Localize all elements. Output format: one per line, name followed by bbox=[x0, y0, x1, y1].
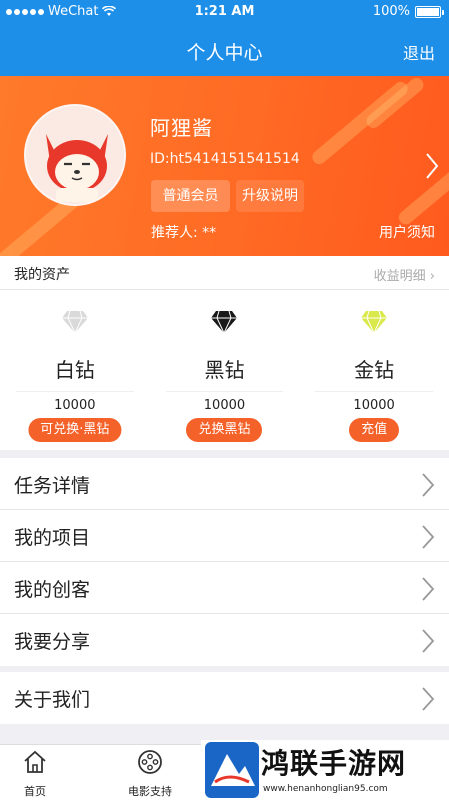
divider bbox=[315, 391, 433, 392]
user-name: 阿狸酱 bbox=[150, 116, 213, 140]
diamond-list: 白钻 10000 可兑换·黑钻 黑钻 10000 兑换黑钻 金钻 10000 充… bbox=[0, 290, 449, 450]
white-diamond-icon bbox=[61, 310, 88, 334]
chevron-right-icon bbox=[422, 687, 435, 711]
black-diamond-card: 黑钻 10000 兑换黑钻 bbox=[150, 290, 300, 450]
decor-streak bbox=[396, 158, 449, 228]
menu-item-my-makers[interactable]: 我的创客 bbox=[0, 562, 449, 614]
menu-item-my-projects[interactable]: 我的项目 bbox=[0, 510, 449, 562]
chevron-right-icon bbox=[422, 629, 435, 653]
user-id: ID:ht5414151541514 bbox=[150, 151, 300, 167]
diamond-name: 黑钻 bbox=[204, 358, 245, 382]
gold-diamond-card: 金钻 10000 充值 bbox=[299, 290, 449, 450]
diamond-name: 金钻 bbox=[354, 358, 395, 382]
watermark-brand: 鸿联手游网 bbox=[261, 747, 407, 780]
divider bbox=[16, 391, 134, 392]
user-notice-link[interactable]: 用户须知 bbox=[379, 222, 435, 242]
diamond-amount: 10000 bbox=[353, 398, 395, 413]
chevron-right-icon[interactable] bbox=[425, 152, 439, 180]
diamond-amount: 10000 bbox=[203, 398, 246, 413]
chevron-right-icon bbox=[422, 577, 435, 601]
member-level-badge: 普通会员 bbox=[151, 180, 230, 212]
status-bar: WeChat 1:21 AM 100% bbox=[0, 0, 449, 24]
menu-item-label: 我要分享 bbox=[14, 631, 91, 653]
nav-bar: 个人中心 退出 bbox=[0, 24, 449, 76]
menu-item-label: 关于我们 bbox=[14, 689, 91, 711]
tab-movie-support[interactable]: 电影支持 bbox=[95, 745, 205, 800]
watermark-logo-icon bbox=[205, 742, 259, 798]
exchange-black-diamond-button[interactable]: 兑换黑钻 bbox=[186, 418, 263, 442]
page-title: 个人中心 bbox=[186, 42, 263, 64]
divider bbox=[165, 391, 284, 392]
tab-label: 首页 bbox=[24, 785, 46, 798]
home-icon bbox=[24, 750, 46, 773]
status-right: 100% bbox=[372, 4, 444, 19]
menu-item-share[interactable]: 我要分享 bbox=[0, 614, 449, 666]
avatar[interactable] bbox=[24, 104, 126, 206]
battery-icon bbox=[415, 5, 444, 18]
assets-header: 我的资产 收益明细 › bbox=[0, 256, 449, 290]
chevron-right-icon bbox=[422, 525, 435, 549]
diamond-name: 白钻 bbox=[54, 358, 95, 382]
upgrade-info-button[interactable]: 升级说明 bbox=[236, 180, 304, 212]
menu-group-main: 任务详情 我的项目 我的创客 我要分享 bbox=[0, 458, 449, 666]
menu-item-label: 我的项目 bbox=[14, 527, 91, 549]
profile-header[interactable]: 阿狸酱 ID:ht5414151541514 普通会员 升级说明 推荐人: **… bbox=[0, 76, 449, 256]
tab-label: 电影支持 bbox=[128, 785, 172, 798]
fox-avatar-icon bbox=[26, 106, 124, 204]
diamond-amount: 10000 bbox=[54, 398, 96, 413]
assets-title: 我的资产 bbox=[14, 267, 70, 283]
income-detail-link[interactable]: 收益明细 › bbox=[374, 265, 435, 284]
menu-group-about: 关于我们 bbox=[0, 672, 449, 724]
menu-item-about-us[interactable]: 关于我们 bbox=[0, 672, 449, 724]
white-diamond-card: 白钻 10000 可兑换·黑钻 bbox=[0, 290, 150, 450]
site-watermark: 鸿联手游网 www.henanhonglian95.com bbox=[201, 740, 449, 800]
exchange-black-diamond-button[interactable]: 可兑换·黑钻 bbox=[28, 418, 122, 442]
logout-button[interactable]: 退出 bbox=[403, 40, 435, 64]
chevron-right-icon bbox=[422, 473, 435, 497]
menu-item-task-details[interactable]: 任务详情 bbox=[0, 458, 449, 510]
assets-panel: 我的资产 收益明细 › 白钻 10000 可兑换·黑钻 黑钻 10000 兑换黑… bbox=[0, 256, 449, 450]
menu-item-label: 任务详情 bbox=[14, 475, 91, 497]
black-diamond-icon bbox=[211, 310, 238, 334]
menu-item-label: 我的创客 bbox=[14, 579, 91, 601]
recharge-button[interactable]: 充值 bbox=[349, 418, 400, 442]
battery-percent: 100% bbox=[372, 4, 410, 19]
watermark-url: www.henanhonglian95.com bbox=[263, 784, 388, 794]
gold-diamond-icon bbox=[361, 310, 388, 334]
referrer-text: 推荐人: ** bbox=[151, 225, 217, 241]
tab-home[interactable]: 首页 bbox=[0, 745, 90, 800]
film-reel-icon bbox=[138, 750, 162, 774]
